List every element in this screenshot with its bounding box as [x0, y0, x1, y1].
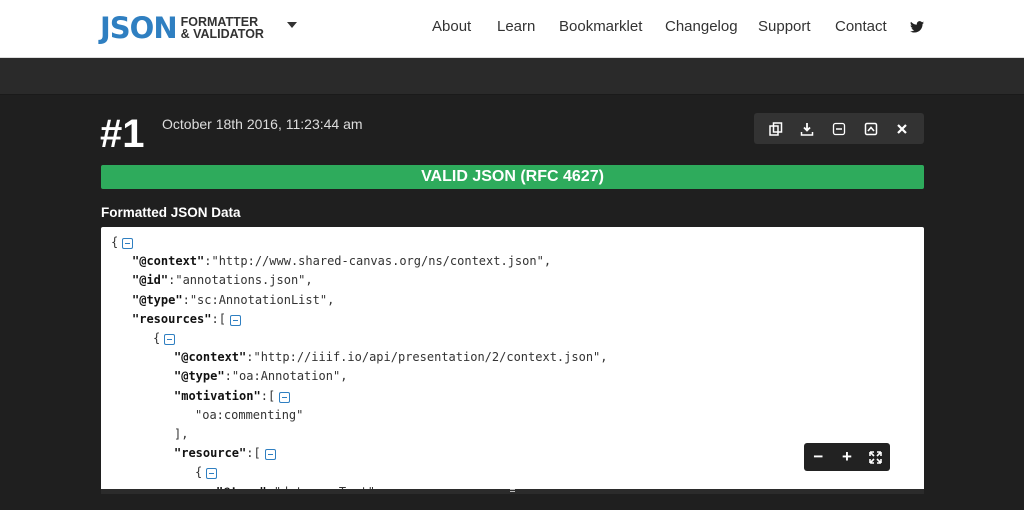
json-bracket: { [195, 465, 203, 480]
collapse-toggle-icon[interactable] [264, 449, 276, 461]
json-line: { [153, 329, 176, 348]
close-icon[interactable] [893, 120, 911, 138]
json-key: "resources" [132, 311, 212, 326]
formatted-json-viewer[interactable]: { "@context":"http://www.shared-canvas.or… [101, 227, 924, 489]
nav-support[interactable]: Support [758, 18, 811, 35]
json-value: "http://iiif.io/api/presentation/2/conte… [253, 350, 601, 365]
json-bracket: { [153, 331, 161, 345]
json-value: ], [174, 427, 189, 441]
zoom-controls: − + [804, 443, 890, 471]
json-line: ], [174, 425, 188, 444]
copy-icon[interactable] [767, 120, 785, 138]
json-key: "@type" [174, 369, 225, 384]
collapse-toggle-icon[interactable] [229, 314, 241, 326]
nav-about[interactable]: About [432, 18, 471, 35]
nav-changelog[interactable]: Changelog [665, 18, 738, 35]
twitter-icon[interactable] [910, 21, 924, 33]
json-key: "@context" [132, 254, 205, 269]
main-nav: About Learn Bookmarklet Changelog Suppor… [0, 18, 1024, 38]
nav-bookmarklet[interactable]: Bookmarklet [559, 18, 642, 35]
json-line: { [111, 233, 134, 252]
zoom-in-button[interactable]: + [837, 447, 857, 467]
collapse-toggle-icon[interactable] [279, 391, 291, 403]
collapse-toggle-icon[interactable] [206, 468, 218, 480]
json-line: "resource":[ [174, 444, 276, 463]
json-line: "@context":"http://www.shared-canvas.org… [132, 254, 552, 269]
json-value: "http://www.shared-canvas.org/ns/context… [211, 254, 544, 269]
json-line: "@id":"annotations.json", [132, 273, 313, 288]
json-bracket: [ [218, 311, 226, 326]
nav-learn[interactable]: Learn [497, 18, 535, 35]
validation-status-banner: VALID JSON (RFC 4627) [101, 165, 924, 189]
json-bracket: { [111, 235, 119, 249]
download-icon[interactable] [798, 120, 816, 138]
json-key: "@type" [132, 292, 183, 307]
input-band [0, 58, 1024, 95]
json-value: "oa:Annotation" [231, 369, 341, 384]
fullscreen-icon[interactable] [866, 447, 886, 467]
collapse-toggle-icon[interactable] [164, 334, 176, 345]
json-line: "@type":"oa:Annotation", [174, 369, 348, 384]
json-bracket: [ [253, 446, 261, 461]
json-key: "@context" [174, 350, 247, 365]
json-key: "motivation" [174, 388, 261, 403]
result-timestamp: October 18th 2016, 11:23:44 am [162, 116, 363, 132]
json-line: "resources":[ [132, 310, 241, 329]
json-value: "sc:AnnotationList" [189, 292, 328, 307]
json-value: "annotations.json" [175, 273, 306, 288]
json-line: "oa:commenting" [195, 406, 303, 425]
result-toolbar [754, 113, 924, 144]
json-line: "@type":"sc:AnnotationList", [132, 292, 335, 307]
collapse-icon[interactable] [830, 120, 848, 138]
zoom-out-button[interactable]: − [808, 447, 828, 467]
json-value: "oa:commenting" [195, 407, 304, 422]
json-line: "motivation":[ [174, 387, 291, 406]
json-key: "resource" [174, 446, 247, 461]
expand-icon[interactable] [862, 120, 880, 138]
top-navbar: JSON FORMATTER & VALIDATOR About Learn B… [0, 0, 1024, 58]
json-bracket: [ [267, 388, 276, 403]
json-line: { [195, 463, 218, 482]
collapse-toggle-icon[interactable] [122, 238, 134, 249]
result-number: #1 [100, 112, 145, 156]
formatted-data-heading: Formatted JSON Data [101, 205, 241, 220]
resize-grip-icon[interactable] [510, 489, 515, 494]
json-line: "@context":"http://iiif.io/api/presentat… [174, 350, 608, 365]
nav-contact[interactable]: Contact [835, 18, 887, 35]
json-key: "@id" [132, 273, 169, 288]
